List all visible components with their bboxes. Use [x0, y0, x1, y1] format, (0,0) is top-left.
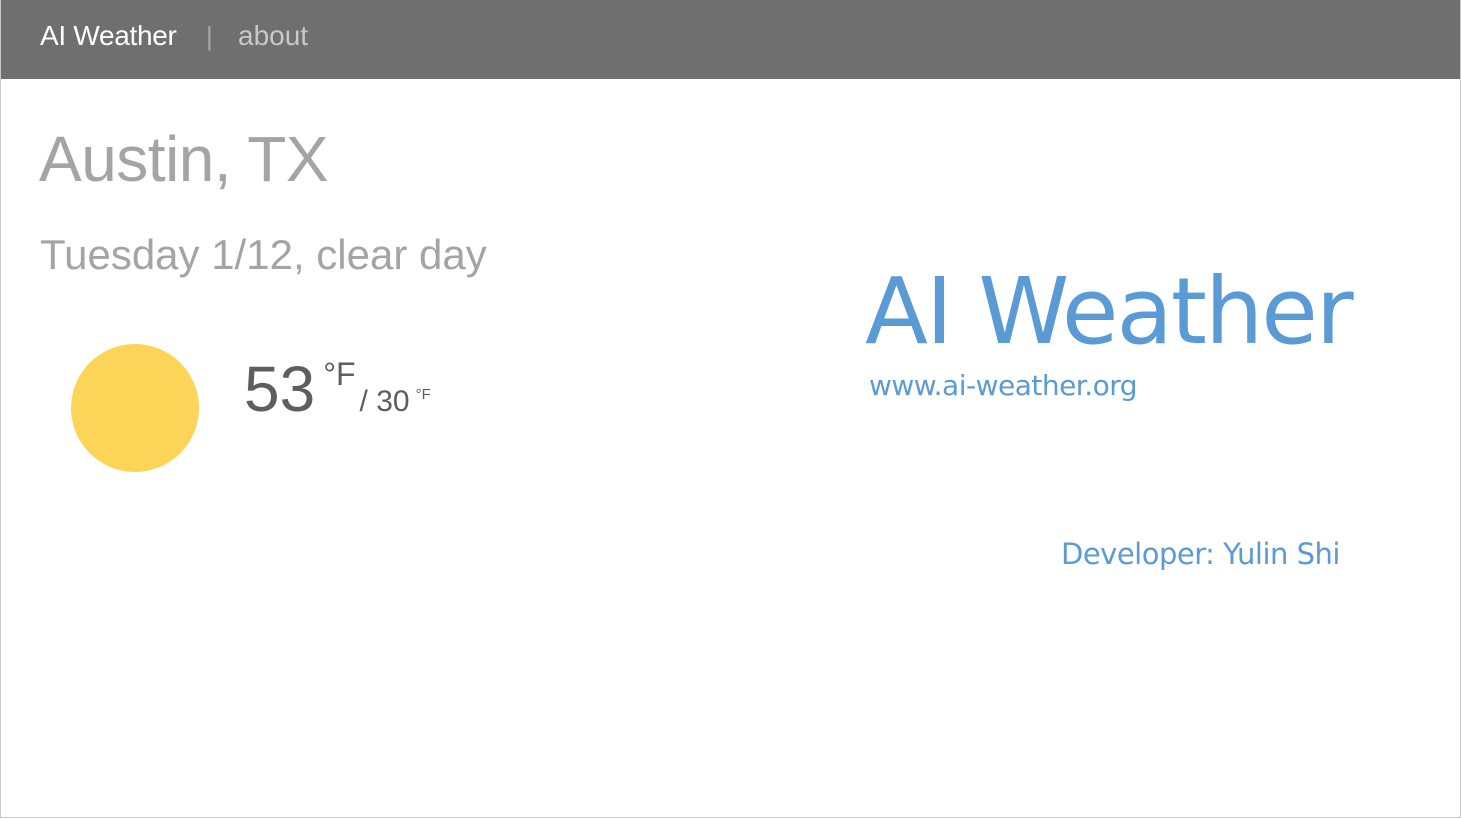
brand-title: AI Weather [865, 258, 1354, 365]
high-temperature: 53 [244, 353, 316, 425]
top-navbar: AI Weather | about [1, 0, 1460, 79]
city-heading: Austin, TX [39, 123, 329, 195]
developer-credit: Developer: Yulin Shi [1061, 537, 1340, 571]
brand-url: www.ai-weather.org [869, 369, 1138, 402]
nav-separator: | [206, 21, 213, 51]
date-condition-text: Tuesday 1/12, clear day [40, 231, 487, 278]
temperature-readout: 53 °F/ 30 °F [244, 352, 431, 426]
app-window: AI Weather | about Austin, TX Tuesday 1/… [0, 0, 1461, 818]
high-temperature-unit: °F [323, 356, 356, 392]
nav-about-link[interactable]: about [238, 20, 308, 52]
low-temperature-unit: °F [415, 386, 431, 403]
nav-brand-link[interactable]: AI Weather [40, 20, 177, 52]
sun-icon [71, 344, 199, 472]
low-temperature: / 30 [359, 385, 410, 418]
